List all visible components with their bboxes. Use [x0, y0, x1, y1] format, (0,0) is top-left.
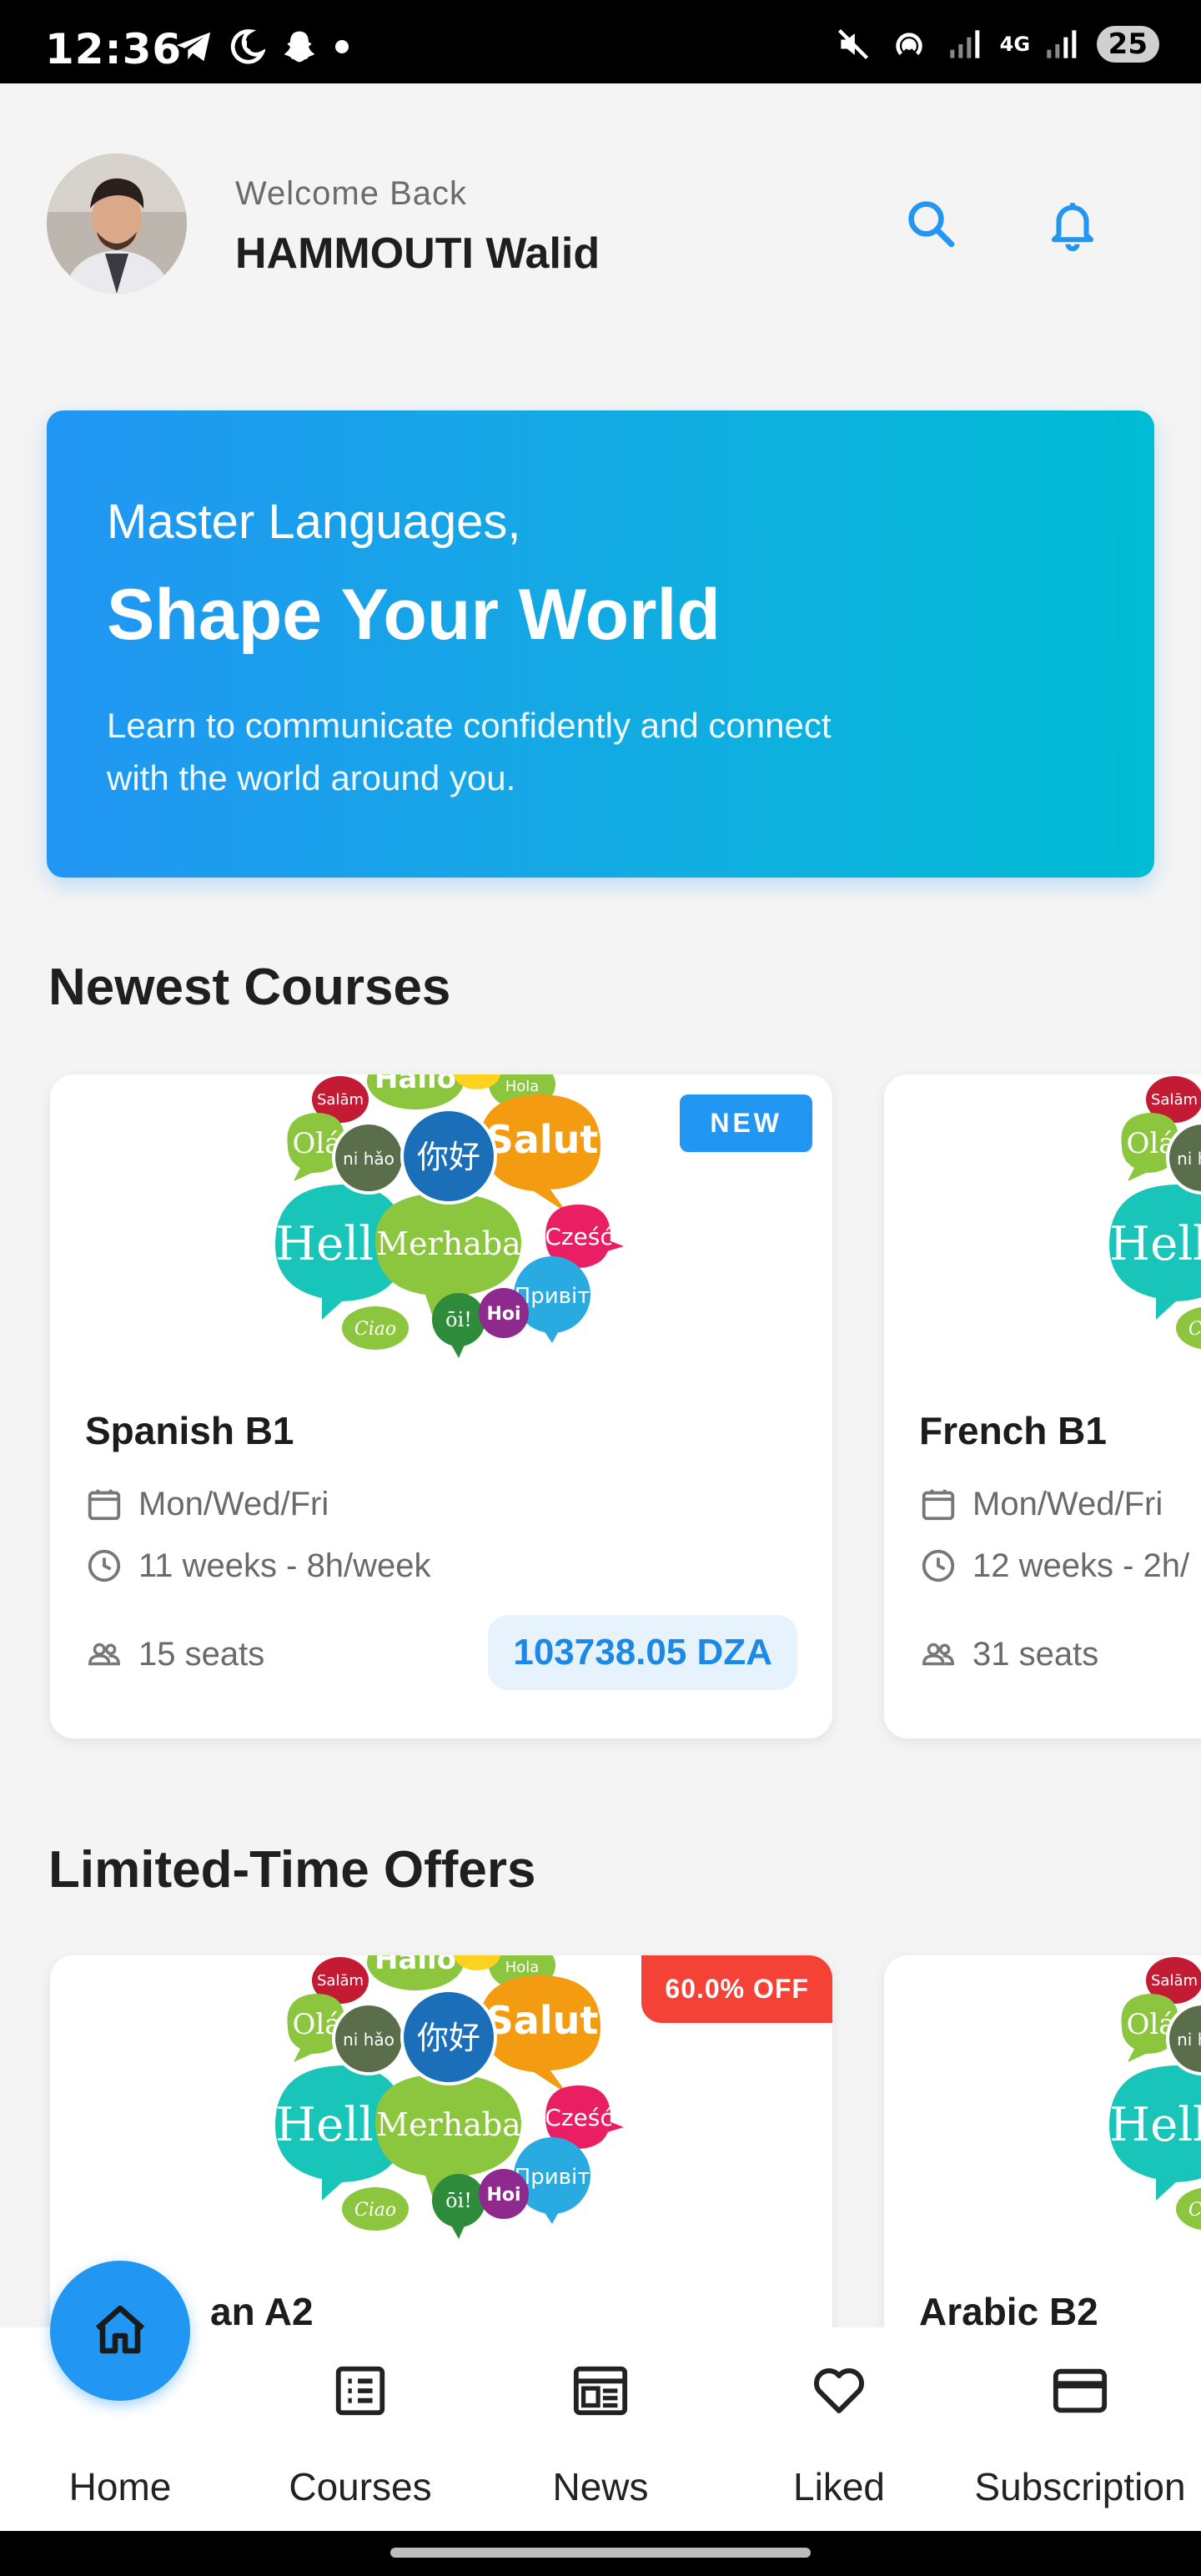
course-image: [884, 1074, 1201, 1366]
avatar-photo: [47, 153, 187, 294]
status-system-icons: 4G 25: [835, 25, 1159, 63]
course-seats-text: 31 seats: [972, 1635, 1099, 1673]
notifications-button[interactable]: [1039, 190, 1106, 257]
nav-item-subscription[interactable]: Subscription: [959, 2327, 1201, 2531]
gesture-bar: [0, 2531, 1201, 2576]
telegram-icon: [176, 32, 211, 62]
hero-subtitle: Master Languages,: [107, 495, 521, 549]
clock-icon: [88, 1549, 121, 1582]
nav-label: News: [552, 2465, 649, 2508]
status-time: 12:36: [45, 25, 183, 73]
welcome-text: Welcome Back: [235, 175, 468, 212]
home-icon: [95, 2305, 145, 2354]
course-duration-text: 12 weeks - 2h/: [972, 1547, 1190, 1584]
course-duration-text: 11 weeks - 8h/week: [138, 1547, 431, 1584]
home-gesture-handle[interactable]: [390, 2548, 811, 2558]
avatar[interactable]: [47, 153, 187, 294]
nav-label: Subscription: [974, 2465, 1186, 2508]
dot-icon: [335, 40, 349, 53]
course-card[interactable]: French B1 Mon/Wed/Fri 12 weeks - 2h/ 31 …: [884, 1074, 1201, 1738]
clock-icon: [922, 1549, 955, 1582]
calendar-icon: [88, 1489, 121, 1521]
nav-item-news[interactable]: News: [517, 2327, 684, 2531]
moon-icon: [230, 29, 265, 64]
list-icon: [327, 2357, 394, 2424]
price-tag: 103738.05 DZA: [488, 1615, 797, 1690]
signal-icon: [950, 30, 980, 58]
course-schedule: Mon/Wed/Fri: [919, 1485, 1163, 1523]
course-seats: 31 seats: [919, 1635, 1098, 1673]
hero-description: Learn to communicate confidently and con…: [107, 706, 832, 797]
nav-item-courses[interactable]: Courses: [269, 2327, 452, 2531]
course-schedule-text: Mon/Wed/Fri: [138, 1485, 329, 1522]
nav-item-liked[interactable]: Liked: [756, 2327, 922, 2531]
course-duration: 12 weeks - 2h/: [919, 1547, 1189, 1585]
status-bar: 12:36 4G 25: [0, 0, 1201, 83]
course-duration: 11 weeks - 8h/week: [85, 1547, 431, 1585]
course-card[interactable]: NEW Spanish B1 Mon/Wed/Fri 11 weeks - 8h…: [50, 1074, 832, 1738]
section-title-newest: Newest Courses: [48, 958, 451, 1016]
course-schedule: Mon/Wed/Fri: [85, 1485, 329, 1523]
course-title: Spanish B1: [85, 1409, 294, 1452]
course-schedule-text: Mon/Wed/Fri: [972, 1485, 1163, 1522]
new-badge: NEW: [680, 1094, 812, 1152]
course-seats: 15 seats: [85, 1635, 264, 1673]
snapchat-icon: [284, 31, 315, 63]
discount-badge: 60.0% OFF: [641, 1955, 832, 2023]
nav-label: Courses: [289, 2465, 432, 2508]
hero-title: Shape Your World: [107, 575, 721, 655]
course-title: French B1: [919, 1409, 1107, 1452]
people-icon: [88, 1643, 120, 1666]
section-title-offers: Limited-Time Offers: [48, 1841, 536, 1899]
card-icon: [1047, 2357, 1113, 2424]
news-icon: [567, 2357, 634, 2424]
mute-icon: [837, 28, 868, 60]
user-name: HAMMOUTI Walid: [235, 229, 600, 278]
course-image: [884, 1955, 1201, 2247]
battery-indicator: 25: [1096, 26, 1159, 63]
hero-banner: Master Languages, Shape Your World Learn…: [47, 410, 1154, 878]
bell-icon: [1051, 203, 1094, 251]
search-button[interactable]: [897, 190, 964, 257]
course-seats-text: 15 seats: [138, 1635, 265, 1673]
network-type: 4G: [999, 33, 1031, 56]
nav-label: Home: [68, 2465, 172, 2508]
home-fab[interactable]: [50, 2261, 190, 2401]
hotspot-icon: [896, 33, 922, 56]
people-icon: [922, 1643, 954, 1666]
signal-icon: [1047, 30, 1077, 58]
status-notification-icons: [175, 28, 350, 65]
heart-icon: [806, 2357, 872, 2424]
search-icon: [908, 201, 955, 248]
nav-label: Liked: [793, 2465, 885, 2508]
calendar-icon: [922, 1489, 955, 1521]
